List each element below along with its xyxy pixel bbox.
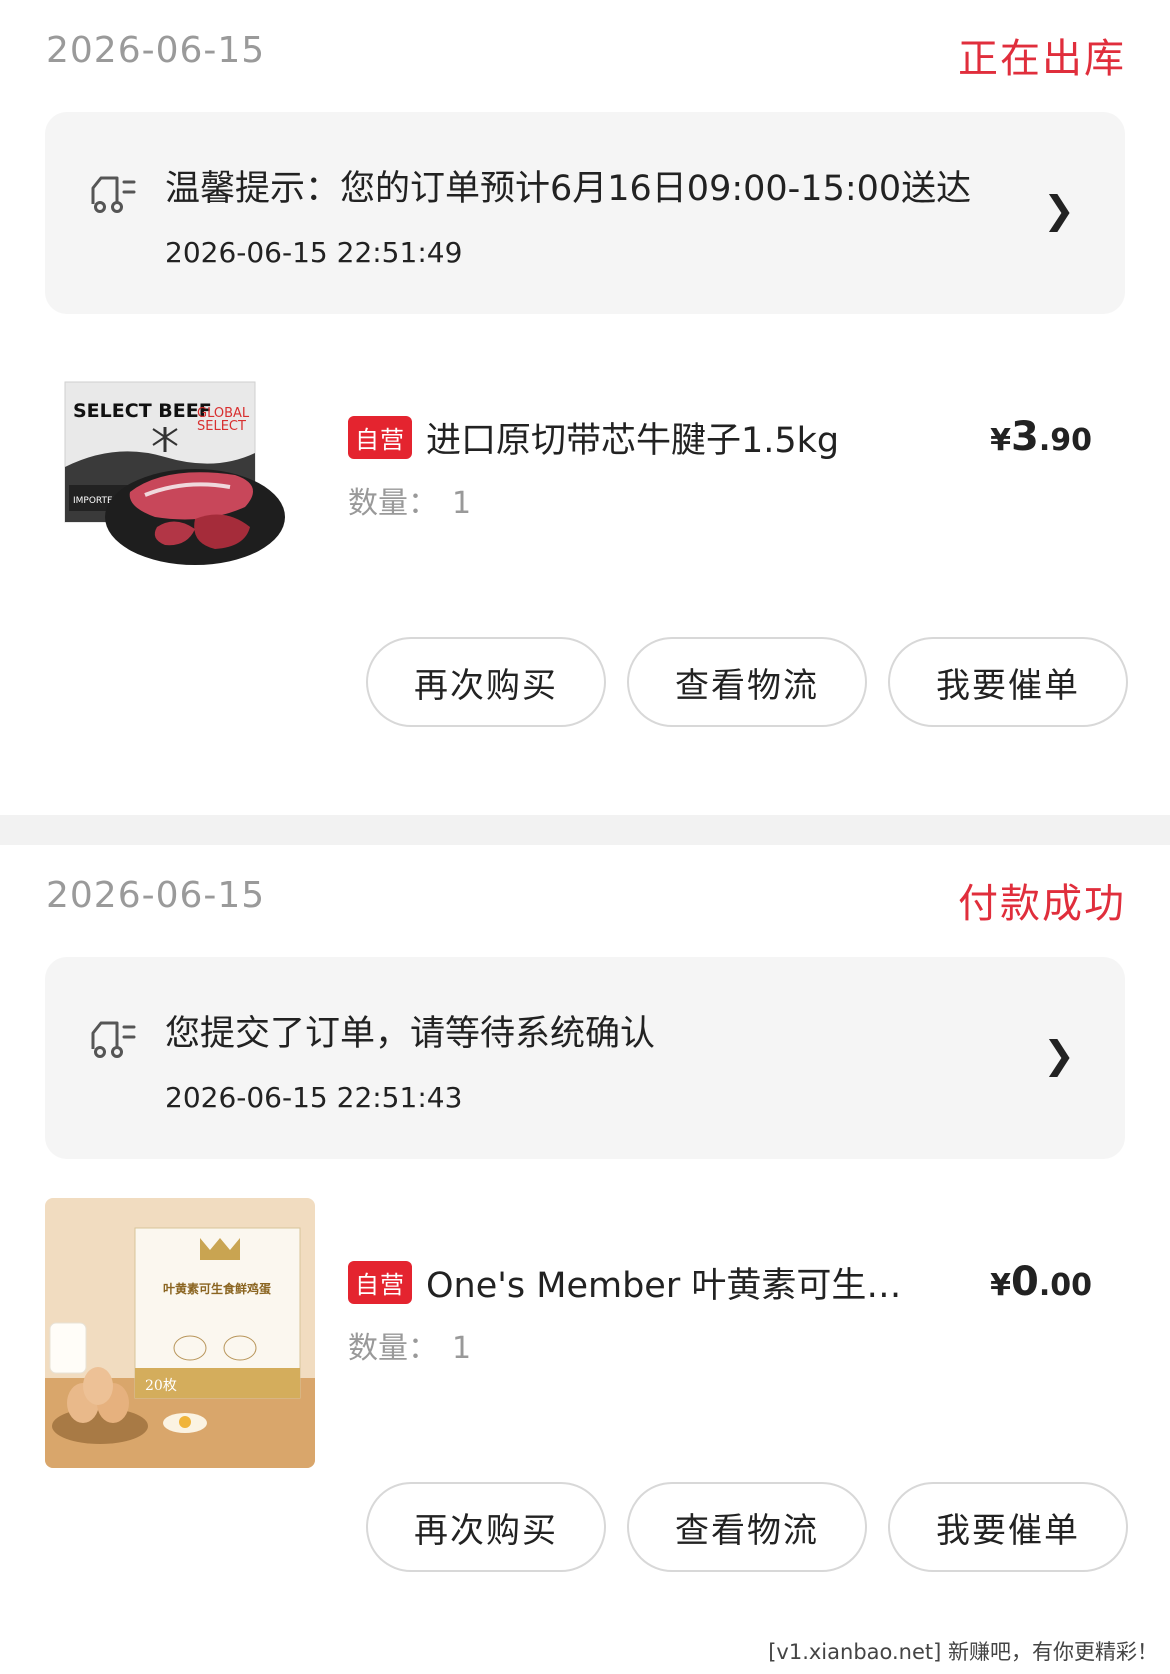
notice-text: 温馨提示：您的订单预计6月16日09:00-15:00送达 (165, 169, 972, 209)
order-notice[interactable]: 您提交了订单，请等待系统确认 2026-06-15 22:51:43 ❯ (45, 957, 1125, 1159)
price-currency: ¥ (990, 423, 1011, 458)
order-card: 2026-06-15 付款成功 您提交了订单，请等待系统确认 2026-06-1… (0, 845, 1170, 1674)
product-image[interactable]: SELECT BEEF GLOBAL SELECT IMPORTED BEEF (45, 357, 315, 627)
price-decimal: .90 (1038, 423, 1092, 458)
product-name: 进口原切带芯牛腱子1.5kg (426, 421, 840, 461)
truck-clock-icon (91, 176, 136, 213)
product-title[interactable]: 自营 One's Member 叶黄素可生… (348, 1257, 901, 1308)
order-status: 正在出库 (958, 36, 1126, 82)
price-currency: ¥ (990, 1268, 1011, 1303)
watermark-text: [v1.xianbao.net] 新赚吧，有你更精彩！ (768, 1640, 1158, 1664)
notice-time: 2026-06-15 22:51:49 (165, 236, 463, 269)
product-price: ¥0.00 (990, 1259, 1092, 1305)
quantity-label: 数量： (348, 486, 438, 521)
order-status: 付款成功 (958, 881, 1126, 927)
truck-clock-icon (91, 1021, 136, 1058)
egg-box-title: 叶黄素可生食鲜鸡蛋 (163, 1281, 271, 1296)
urge-order-button[interactable]: 我要催单 (888, 637, 1128, 727)
product-price: ¥3.90 (990, 414, 1092, 460)
beef-select-text: SELECT (197, 419, 246, 434)
egg-box-count: 20枚 (145, 1378, 177, 1394)
product-quantity: 数量： 1 (348, 1323, 471, 1367)
urge-order-button[interactable]: 我要催单 (888, 1482, 1128, 1572)
view-logistics-button[interactable]: 查看物流 (627, 637, 867, 727)
notice-time: 2026-06-15 22:51:43 (165, 1081, 463, 1114)
beef-brand-text: SELECT BEEF (73, 400, 212, 422)
product-quantity: 数量： 1 (348, 478, 471, 522)
price-integer: 3 (1011, 414, 1039, 460)
quantity-value: 1 (452, 486, 472, 521)
self-operated-badge: 自营 (348, 416, 412, 459)
order-divider (0, 815, 1170, 845)
delivery-notice[interactable]: 温馨提示：您的订单预计6月16日09:00-15:00送达 2026-06-15… (45, 112, 1125, 314)
product-image[interactable]: 叶黄素可生食鲜鸡蛋 20枚 (45, 1198, 315, 1468)
self-operated-badge: 自营 (348, 1261, 412, 1304)
view-logistics-button[interactable]: 查看物流 (627, 1482, 867, 1572)
price-integer: 0 (1011, 1259, 1039, 1305)
product-title[interactable]: 自营 进口原切带芯牛腱子1.5kg (348, 412, 839, 463)
chevron-right-icon: ❯ (1043, 1033, 1075, 1077)
order-date: 2026-06-15 (46, 875, 266, 916)
chevron-right-icon: ❯ (1043, 188, 1075, 232)
notice-text: 您提交了订单，请等待系统确认 (165, 1014, 656, 1054)
product-name: One's Member 叶黄素可生… (426, 1266, 902, 1306)
buy-again-button[interactable]: 再次购买 (366, 1482, 606, 1572)
quantity-value: 1 (452, 1331, 472, 1366)
price-decimal: .00 (1038, 1268, 1092, 1303)
order-date: 2026-06-15 (46, 30, 266, 71)
buy-again-button[interactable]: 再次购买 (366, 637, 606, 727)
quantity-label: 数量： (348, 1331, 438, 1366)
order-card: 2026-06-15 正在出库 温馨提示：您的订单预计6月16日09:00-15… (0, 0, 1170, 815)
